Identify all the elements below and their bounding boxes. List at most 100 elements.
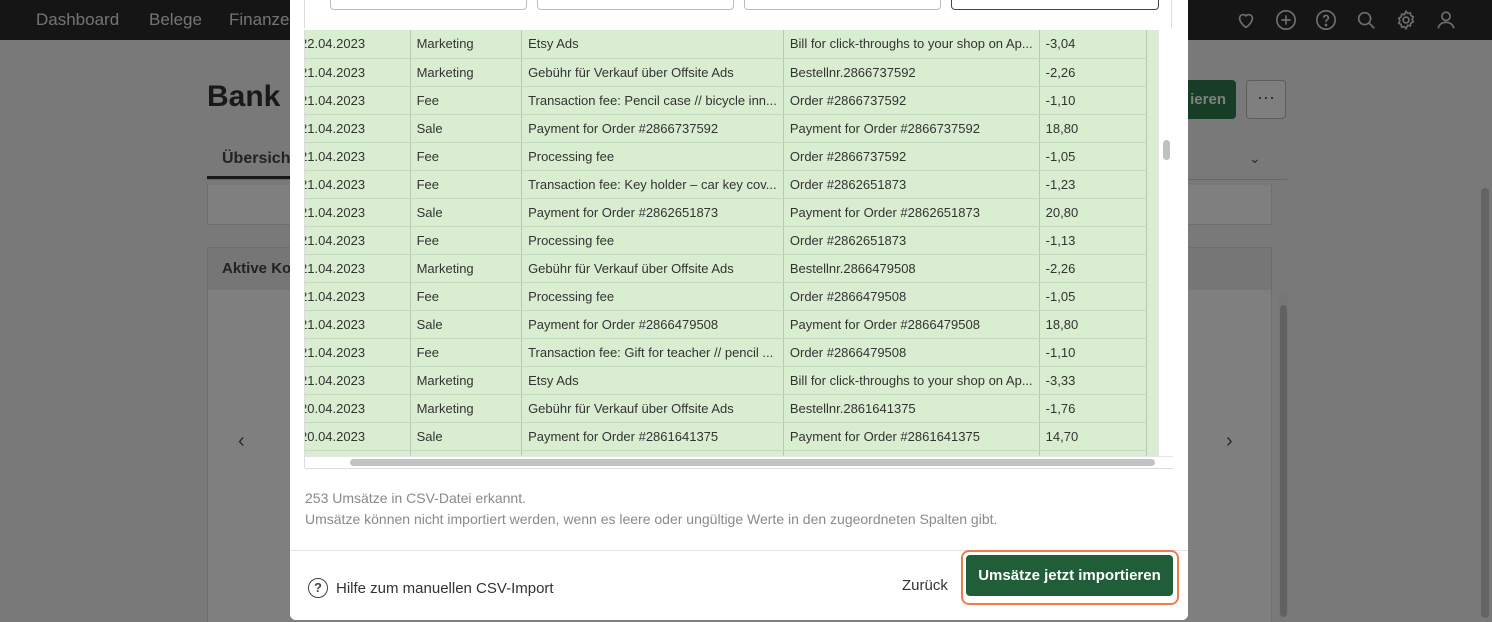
cell-date: 21.04.2023 bbox=[305, 58, 411, 87]
cell-amount: 20,80 bbox=[1039, 198, 1148, 227]
cell-category: Fee bbox=[410, 338, 523, 367]
column-select-4[interactable] bbox=[951, 0, 1159, 10]
cell-info: Payment for Order #2862651873 bbox=[783, 198, 1040, 227]
cell-category: Fee bbox=[410, 226, 523, 255]
cell-date: 21.04.2023 bbox=[305, 310, 411, 339]
table-row: 21.04.2023 Sale Payment for Order #2866737… bbox=[305, 114, 1148, 143]
table-row: 21.04.2023 Sale Payment for Order #2866479… bbox=[305, 310, 1148, 339]
cell-category: Marketing bbox=[410, 58, 523, 87]
cell-amount: 18,80 bbox=[1039, 114, 1148, 143]
back-button[interactable]: Zurück bbox=[902, 577, 948, 594]
table-horizontal-scrollbar[interactable] bbox=[350, 459, 1155, 466]
cell-amount: -1,05 bbox=[1039, 282, 1148, 311]
cell-info: Order #2866737592 bbox=[783, 142, 1040, 171]
cell-category: Sale bbox=[410, 422, 523, 451]
table-row: 21.04.2023 Marketing Etsy Ads Bill for clic… bbox=[305, 366, 1148, 395]
cell-category: Marketing bbox=[410, 30, 523, 59]
cell-category: Fee bbox=[410, 142, 523, 171]
cell-title: Payment for Order #2862651873 bbox=[521, 198, 784, 227]
cell-amount: 14,70 bbox=[1039, 422, 1148, 451]
cell-title: Transaction fee: Pencil case // bicycle … bbox=[521, 86, 784, 115]
cell-date: 21.04.2023 bbox=[305, 198, 411, 227]
cell-amount: -3,04 bbox=[1039, 30, 1148, 59]
import-now-button[interactable]: Umsätze jetzt importieren bbox=[966, 555, 1173, 596]
cell-title: Payment for Order #2866479508 bbox=[521, 310, 784, 339]
cell-info: Order #2862651873 bbox=[783, 170, 1040, 199]
cell-category: Marketing bbox=[410, 366, 523, 395]
cell-title: Payment for Order #2866737592 bbox=[521, 114, 784, 143]
cell-info: Bestellnr.2861641375 bbox=[783, 394, 1040, 423]
cell-title: Payment for Order #2861641375 bbox=[521, 422, 784, 451]
column-select-1[interactable] bbox=[330, 0, 527, 10]
table-row: 21.04.2023 Fee Processing fee Order #286265… bbox=[305, 226, 1148, 255]
cell-info: Order #2866479508 bbox=[783, 282, 1040, 311]
cell-date: 21.04.2023 bbox=[305, 114, 411, 143]
cell-info: Order #2866737592 bbox=[783, 86, 1040, 115]
column-select-2[interactable] bbox=[537, 0, 734, 10]
cell-date: 21.04.2023 bbox=[305, 86, 411, 115]
cell-title: Processing fee bbox=[521, 282, 784, 311]
cell-date: 21.04.2023 bbox=[305, 226, 411, 255]
cell-title: Gebühr für Verkauf über Offsite Ads bbox=[521, 394, 784, 423]
cell-title: Transaction fee: Key holder – car key co… bbox=[521, 170, 784, 199]
cell-info: Bestellnr.2866737592 bbox=[783, 58, 1040, 87]
cell-date: 21.04.2023 bbox=[305, 170, 411, 199]
cell-info: Order #2862651873 bbox=[783, 226, 1040, 255]
table-row: 21.04.2023 Fee Transaction fee: Gift for t… bbox=[305, 338, 1148, 367]
table-vertical-scrollbar[interactable] bbox=[1163, 140, 1170, 160]
table-row: 21.04.2023 Fee Transaction fee: Key holder… bbox=[305, 170, 1148, 199]
column-select-3[interactable] bbox=[744, 0, 941, 10]
transaction-count-text: 253 Umsätze in CSV-Datei erkannt. bbox=[305, 490, 526, 506]
table-row: 21.04.2023 Fee Processing fee Order #286673… bbox=[305, 142, 1148, 171]
cell-amount: -1,10 bbox=[1039, 86, 1148, 115]
cell-amount: -1,23 bbox=[1039, 170, 1148, 199]
cell-info: Payment for Order #2866479508 bbox=[783, 310, 1040, 339]
csv-help-link[interactable]: ? Hilfe zum manuellen CSV-Import bbox=[308, 578, 554, 598]
cell-amount: -1,13 bbox=[1039, 226, 1148, 255]
table-row: 20.04.2023 Marketing Gebühr für Verkauf üb… bbox=[305, 394, 1148, 423]
table-row: 21.04.2023 Fee Transaction fee: Pencil cas… bbox=[305, 86, 1148, 115]
cell-title: Processing fee bbox=[521, 226, 784, 255]
cell-date: 21.04.2023 bbox=[305, 282, 411, 311]
cell-title: Gebühr für Verkauf über Offsite Ads bbox=[521, 58, 784, 87]
transactions-table: 22.04.2023 Marketing Etsy Ads Bill for clic… bbox=[305, 30, 1158, 456]
cell-date: 21.04.2023 bbox=[305, 366, 411, 395]
import-note-text: Umsätze können nicht importiert werden, … bbox=[305, 511, 998, 527]
cell-title: Etsy Ads bbox=[521, 366, 784, 395]
cell-category: Sale bbox=[410, 114, 523, 143]
table-row: 20.04.2023 Sale Payment for Order #2861641… bbox=[305, 422, 1148, 451]
cell-category: Fee bbox=[410, 86, 523, 115]
cell-title: Gebühr für Verkauf über Offsite Ads bbox=[521, 254, 784, 283]
cell-info: Order #2866479508 bbox=[783, 338, 1040, 367]
cell-info: Bill for click-throughs to your shop on … bbox=[783, 30, 1040, 59]
cell-date: 22.04.2023 bbox=[305, 30, 411, 59]
cell-info: Bestellnr.2866479508 bbox=[783, 254, 1040, 283]
cell-amount: -1,76 bbox=[1039, 394, 1148, 423]
table-row: 21.04.2023 Marketing Gebühr für Verkauf üb… bbox=[305, 254, 1148, 283]
cell-date: 21.04.2023 bbox=[305, 338, 411, 367]
cell-date: 20.04.2023 bbox=[305, 394, 411, 423]
cell-amount: -1,10 bbox=[1039, 338, 1148, 367]
help-circle-icon: ? bbox=[308, 578, 328, 598]
cell-info: Payment for Order #2866737592 bbox=[783, 114, 1040, 143]
cell-amount: 18,80 bbox=[1039, 310, 1148, 339]
cell-title: Processing fee bbox=[521, 142, 784, 171]
cell-category: Sale bbox=[410, 310, 523, 339]
cell-amount: -1,05 bbox=[1039, 142, 1148, 171]
table-row: 21.04.2023 Sale Payment for Order #2862651… bbox=[305, 198, 1148, 227]
cell-amount: -2,26 bbox=[1039, 254, 1148, 283]
cell-category: Fee bbox=[410, 282, 523, 311]
cell-category: Sale bbox=[410, 198, 523, 227]
cell-info: Bill for click-throughs to your shop on … bbox=[783, 366, 1040, 395]
csv-help-label: Hilfe zum manuellen CSV-Import bbox=[336, 579, 554, 597]
csv-import-modal: 22.04.2023 Marketing Etsy Ads Bill for clic… bbox=[290, 0, 1188, 620]
table-row: 21.04.2023 Marketing Gebühr für Verkauf üb… bbox=[305, 58, 1148, 87]
cell-date: 21.04.2023 bbox=[305, 142, 411, 171]
cell-info: Payment for Order #2861641375 bbox=[783, 422, 1040, 451]
table-row: 21.04.2023 Fee Processing fee Order #286647… bbox=[305, 282, 1148, 311]
cell-category: Marketing bbox=[410, 254, 523, 283]
cell-date: 21.04.2023 bbox=[305, 254, 411, 283]
cell-amount: -3,33 bbox=[1039, 366, 1148, 395]
cell-category: Marketing bbox=[410, 394, 523, 423]
cell-category: Fee bbox=[410, 170, 523, 199]
